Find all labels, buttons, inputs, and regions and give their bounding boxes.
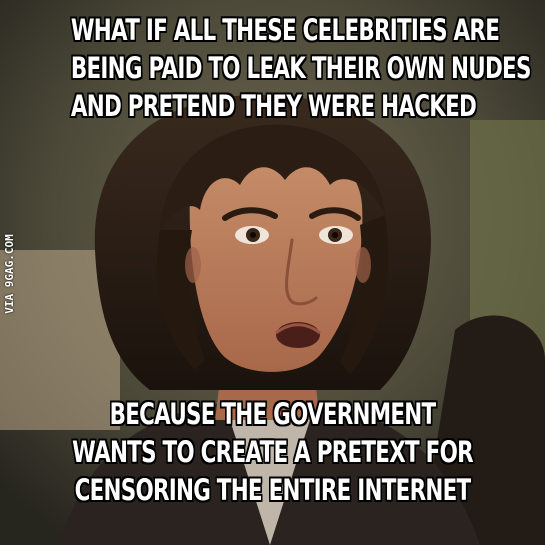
meme-image: WHAT IF ALL THESE CELEBRITIES ARE BEING … (0, 0, 545, 545)
bottom-caption-line: CENSORING THE ENTIRE INTERNET (74, 473, 472, 507)
bottom-caption-line: BECAUSE THE GOVERNMENT (109, 397, 437, 431)
bottom-caption: BECAUSE THE GOVERNMENT WANTS TO CREATE A… (71, 395, 474, 509)
top-caption-line: BEING PAID TO LEAK THEIR OWN NUDES (70, 51, 532, 85)
watermark-text: VIA 9GAG.COM (3, 234, 16, 314)
top-caption: WHAT IF ALL THESE CELEBRITIES ARE BEING … (70, 11, 532, 125)
bottom-caption-line: WANTS TO CREATE A PRETEXT FOR (72, 435, 473, 469)
top-caption-line: WHAT IF ALL THESE CELEBRITIES ARE (70, 13, 500, 47)
top-caption-line: AND PRETEND THEY WERE HACKED (70, 89, 477, 123)
